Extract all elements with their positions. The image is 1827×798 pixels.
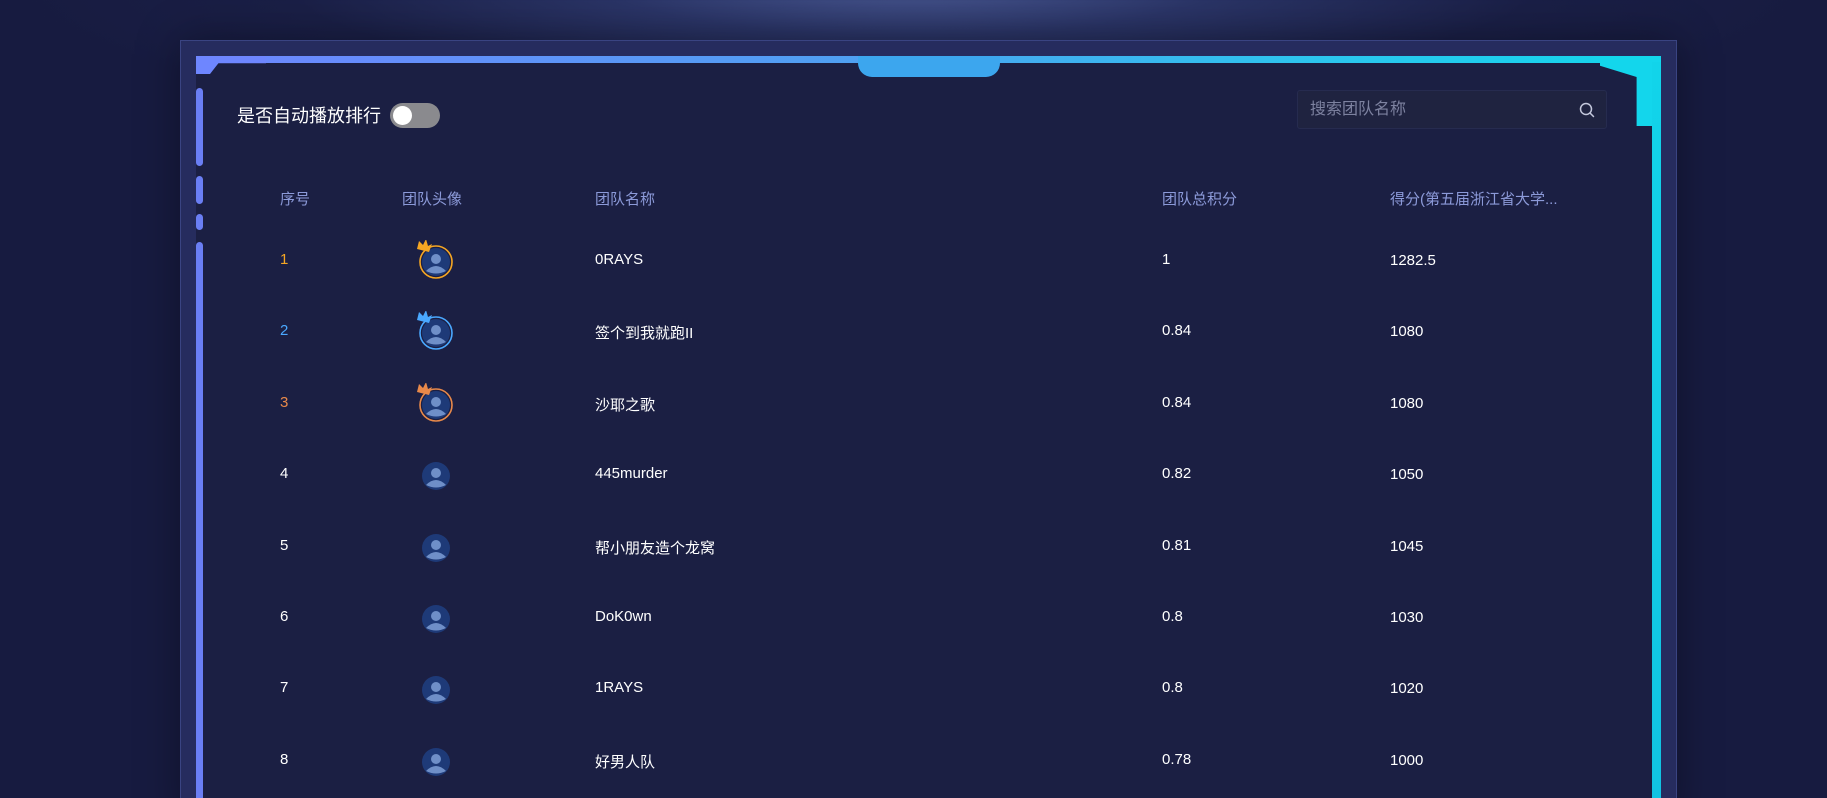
team-avatar [414, 526, 450, 562]
column-header-avatar[interactable]: 团队头像 [402, 188, 462, 209]
toggle-knob [393, 106, 412, 125]
rank-index: 2 [280, 322, 289, 340]
team-avatar [414, 240, 453, 279]
table-row[interactable]: 6 DoK0wn 0.8 1030 [266, 585, 1606, 656]
team-avatar [414, 454, 450, 491]
autoplay-label: 是否自动播放排行 [237, 106, 381, 126]
ranking-table: 序号 团队头像 团队名称 团队总积分 得分(第五届浙江省大学... 1 0RAY… [266, 168, 1606, 798]
autoplay-toggle[interactable] [390, 103, 440, 128]
search-box [1297, 90, 1607, 129]
team-score: 1000 [1390, 751, 1424, 769]
team-score: 1020 [1390, 680, 1424, 698]
team-name: 签个到我就跑II [595, 325, 694, 343]
table-row[interactable]: 5 帮小朋友造个龙窝 0.81 1045 [266, 514, 1606, 585]
table-body: 1 0RAYS 1 1282.5 2 签个到我就跑II 0.84 1080 3 [266, 228, 1606, 798]
team-avatar [414, 382, 453, 422]
table-row[interactable]: 2 签个到我就跑II 0.84 1080 [266, 299, 1606, 370]
team-total-points: 0.81 [1162, 536, 1192, 554]
table-row[interactable]: 8 好男人队 0.78 1000 [266, 728, 1606, 798]
team-name: 好男人队 [595, 753, 656, 771]
table-row[interactable]: 4 445murder 0.82 1050 [266, 442, 1606, 513]
team-score: 1050 [1390, 466, 1424, 484]
rank-index: 8 [280, 750, 289, 768]
column-header-name[interactable]: 团队名称 [595, 188, 655, 209]
team-avatar [414, 311, 453, 351]
team-total-points: 0.8 [1162, 607, 1183, 625]
column-header-score[interactable]: 得分(第五届浙江省大学... [1390, 188, 1558, 209]
team-name: 445murder [595, 465, 668, 483]
frame-right-rail [1652, 62, 1661, 798]
team-score: 1045 [1390, 537, 1424, 555]
team-score: 1080 [1390, 323, 1424, 341]
column-header-index[interactable]: 序号 [280, 188, 310, 209]
rank-index: 6 [280, 607, 289, 625]
team-total-points: 0.82 [1162, 465, 1192, 483]
table-row[interactable]: 3 沙耶之歌 0.84 1080 [266, 371, 1606, 442]
search-input[interactable] [1310, 91, 1570, 128]
team-avatar [414, 597, 450, 633]
team-name: 1RAYS [595, 679, 644, 697]
team-avatar [414, 668, 450, 705]
frame-top-notch [858, 56, 1000, 77]
team-score: 1282.5 [1390, 252, 1436, 269]
rank-index: 4 [280, 465, 289, 483]
team-total-points: 1 [1162, 251, 1171, 268]
team-name: 沙耶之歌 [595, 396, 656, 414]
table-row[interactable]: 7 1RAYS 0.8 1020 [266, 656, 1606, 727]
column-header-total[interactable]: 团队总积分 [1162, 188, 1237, 209]
team-total-points: 0.8 [1162, 679, 1183, 697]
team-name: 0RAYS [595, 251, 644, 268]
rank-index: 5 [280, 536, 289, 554]
team-total-points: 0.84 [1162, 393, 1192, 411]
table-row[interactable]: 1 0RAYS 1 1282.5 [266, 228, 1606, 299]
frame-left-rail [196, 60, 204, 798]
team-name: 帮小朋友造个龙窝 [595, 539, 716, 557]
team-total-points: 0.78 [1162, 750, 1192, 768]
team-avatar [414, 740, 450, 776]
table-header: 序号 团队头像 团队名称 团队总积分 得分(第五届浙江省大学... [266, 168, 1606, 228]
rank-index: 3 [280, 393, 289, 411]
team-score: 1080 [1390, 394, 1424, 412]
rank-index: 7 [280, 679, 289, 697]
team-total-points: 0.84 [1162, 322, 1192, 340]
rank-index: 1 [280, 251, 289, 268]
search-icon[interactable] [1578, 101, 1596, 119]
team-name: DoK0wn [595, 607, 652, 625]
team-score: 1030 [1390, 608, 1424, 626]
